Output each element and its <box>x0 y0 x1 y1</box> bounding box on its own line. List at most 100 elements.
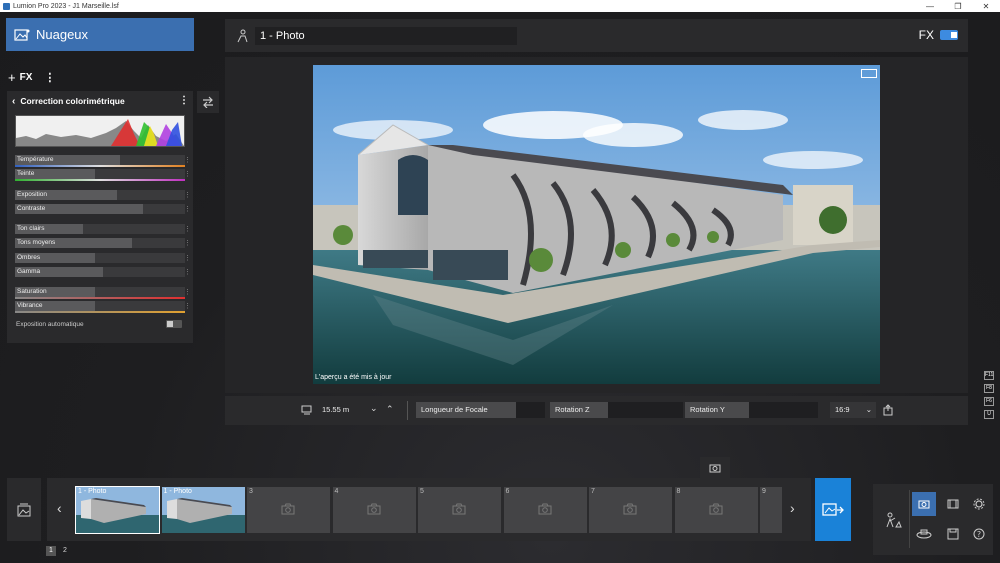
fkey-badge[interactable]: U <box>984 410 994 419</box>
minimize-icon[interactable]: — <box>916 0 944 12</box>
app-icon <box>3 2 10 10</box>
plus-icon: + <box>8 70 16 85</box>
adjustment-slider[interactable]: Teinte ⋮ <box>15 169 191 181</box>
photo-slot[interactable]: 1 - Photo <box>75 486 160 534</box>
fkey-badge[interactable]: F8 <box>984 384 994 393</box>
drag-handle-icon[interactable]: ⋮ <box>184 302 191 310</box>
window-titlebar: Lumion Pro 2023 - J1 Marseille.lsf — ❐ ✕ <box>0 0 1000 12</box>
drag-handle-icon[interactable]: ⋮ <box>184 268 191 276</box>
photo-name-field[interactable]: 1 - Photo <box>255 27 517 45</box>
page-button[interactable]: 2 <box>60 546 70 556</box>
drag-handle-icon[interactable]: ⋮ <box>184 156 191 164</box>
image-stack-icon <box>17 503 31 516</box>
build-mode-button[interactable] <box>881 508 905 532</box>
mode-divider <box>909 490 910 548</box>
function-keys: F11 F8 F6 U <box>984 371 994 419</box>
photo-slot[interactable]: 7 <box>589 487 672 533</box>
landscape-sun-icon <box>14 28 30 41</box>
camera-icon <box>452 503 466 515</box>
adjustment-slider[interactable]: Température ⋮ <box>15 155 191 167</box>
render-preview-image[interactable] <box>313 65 880 384</box>
photo-slot[interactable]: 6 <box>503 487 587 533</box>
render-photo-button[interactable] <box>815 478 851 541</box>
slider-label: Ombres <box>17 254 41 261</box>
photo-slot-label: 1 - Photo <box>163 488 192 495</box>
photo-filmstrip: ‹ 1 - Photo 1 - Photo 3 4 5 6 7 8 9 › <box>47 478 811 541</box>
movie-mode-button[interactable] <box>941 492 965 516</box>
adjustment-slider[interactable]: Contraste ⋮ <box>15 204 191 214</box>
settings-button[interactable] <box>967 492 991 516</box>
drag-handle-icon[interactable]: ⋮ <box>184 254 191 262</box>
camera-icon <box>538 503 551 515</box>
take-photo-button[interactable] <box>700 457 730 479</box>
photo-mode-button[interactable] <box>912 492 936 516</box>
close-icon[interactable]: ✕ <box>972 0 1000 12</box>
fkey-badge[interactable]: F11 <box>984 371 994 380</box>
photo-slot[interactable]: 4 <box>332 487 416 533</box>
adjustment-slider[interactable]: Ombres ⋮ <box>15 253 191 263</box>
save-button[interactable] <box>941 522 965 546</box>
maximize-icon[interactable]: ❐ <box>944 0 972 12</box>
slider-label: Exposition <box>17 191 47 198</box>
panorama-mode-button[interactable] <box>912 522 936 546</box>
export-icon[interactable] <box>883 404 893 416</box>
camera-icon <box>918 500 930 509</box>
drag-handle-icon[interactable]: ⋮ <box>184 205 191 213</box>
chevron-down-icon: ⌄ <box>865 405 872 414</box>
fx-toggle[interactable] <box>940 30 958 40</box>
adjustment-slider[interactable]: Tons moyens ⋮ <box>15 238 191 248</box>
fkey-badge[interactable]: F6 <box>984 397 994 406</box>
adjustment-slider[interactable]: Gamma ⋮ <box>15 267 191 277</box>
adjustment-slider[interactable]: Vibrance ⋮ <box>15 301 191 313</box>
photo-slot-label: 9 <box>762 488 766 495</box>
photo-slot[interactable]: 5 <box>418 487 501 533</box>
adjustment-slider[interactable]: Exposition ⋮ <box>15 190 191 200</box>
gear-icon <box>973 498 985 510</box>
rotation-z-slider[interactable]: Rotation Z <box>550 402 683 418</box>
photo-slot[interactable]: 9 <box>760 487 782 533</box>
divider <box>407 401 408 420</box>
adjustment-slider[interactable]: Saturation ⋮ <box>15 287 191 299</box>
slider-label: Gamma <box>17 268 41 275</box>
focal-length-slider[interactable]: Longueur de Focale <box>416 402 545 418</box>
page-button[interactable]: 1 <box>46 546 56 556</box>
drag-handle-icon[interactable]: ⋮ <box>184 225 191 233</box>
photo-slot[interactable]: 8 <box>674 487 758 533</box>
save-icon <box>947 528 959 540</box>
preview-size-toggle[interactable] <box>861 69 877 78</box>
chevron-right-icon[interactable]: › <box>790 500 795 516</box>
camera-height-field[interactable]: 15.55 m <box>317 402 367 418</box>
svg-text:?: ? <box>977 530 981 539</box>
window-controls: — ❐ ✕ <box>916 0 1000 12</box>
filmstrip-pager: 1 2 <box>46 546 70 556</box>
window-title: Lumion Pro 2023 - J1 Marseille.lsf <box>13 2 119 10</box>
swap-layout-button[interactable] <box>197 91 219 113</box>
help-button[interactable]: ? <box>967 522 991 546</box>
chevron-left-icon[interactable]: ‹ <box>57 500 62 516</box>
chevron-up-icon[interactable]: ⌃ <box>386 404 394 415</box>
photo-slot[interactable]: 1 - Photo <box>161 487 245 533</box>
photo-slot[interactable]: 3 <box>247 487 330 533</box>
auto-exposure-toggle[interactable] <box>166 320 182 328</box>
rotation-y-slider[interactable]: Rotation Y <box>685 402 818 418</box>
photo-slot-label: 5 <box>420 488 424 495</box>
photo-album-button[interactable] <box>7 478 41 541</box>
drag-handle-icon[interactable]: ⋮ <box>184 191 191 199</box>
slider-label: Contraste <box>17 205 46 212</box>
back-chevron-icon[interactable]: ‹ <box>12 96 15 107</box>
more-options-icon[interactable]: ⋮ <box>44 71 55 84</box>
slider-label: Tons moyens <box>17 239 56 246</box>
drag-handle-icon[interactable]: ⋮ <box>184 288 191 296</box>
drag-handle-icon[interactable]: ⋮ <box>184 170 191 178</box>
effect-menu-icon[interactable]: ⋮ <box>179 95 189 106</box>
weather-preset-button[interactable]: Nuageux <box>6 18 194 51</box>
adjustment-slider[interactable]: Ton clairs ⋮ <box>15 224 191 234</box>
add-fx-button[interactable]: + FX ⋮ <box>8 70 55 85</box>
aspect-ratio-select[interactable]: 16:9 ⌄ <box>830 402 876 418</box>
drag-handle-icon[interactable]: ⋮ <box>184 239 191 247</box>
effect-title: Correction colorimétrique <box>20 96 125 106</box>
camera-height-icon <box>301 405 312 415</box>
chevron-down-icon[interactable]: ⌄ <box>370 403 378 414</box>
photo-slot-label: 8 <box>676 488 681 495</box>
camera-icon <box>367 503 380 515</box>
